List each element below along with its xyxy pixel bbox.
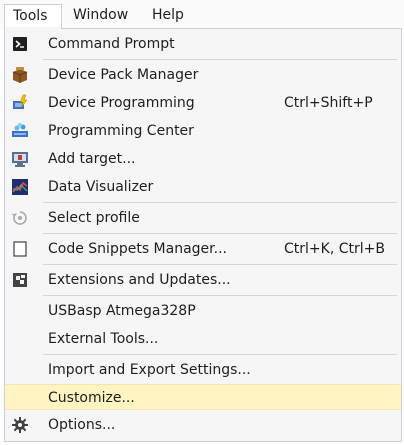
menu-item-usbasp-atmega328p[interactable]: USBasp Atmega328P bbox=[5, 298, 401, 324]
graph-icon bbox=[11, 178, 29, 196]
menu-item-label: Import and Export Settings... bbox=[48, 362, 251, 378]
menu-item-customize[interactable]: Customize... bbox=[5, 384, 401, 410]
package-icon bbox=[11, 66, 29, 84]
menu-item-label: Customize... bbox=[48, 390, 135, 406]
menu-item-select-profile[interactable]: Select profile bbox=[5, 205, 401, 231]
menu-item-label: Code Snippets Manager... bbox=[48, 241, 227, 257]
menu-item-label: Data Visualizer bbox=[48, 179, 154, 195]
menu-item-external-tools[interactable]: External Tools... bbox=[5, 326, 401, 352]
menu-item-label: Add target... bbox=[48, 151, 136, 167]
menu-item-label: Device Programming bbox=[48, 95, 195, 111]
menu-item-command-prompt[interactable]: Command Prompt bbox=[5, 31, 401, 57]
menu-item-extensions-and-updates[interactable]: Extensions and Updates... bbox=[5, 267, 401, 293]
menu-item-shortcut: Ctrl+Shift+P bbox=[284, 95, 373, 111]
chip-stack-icon bbox=[11, 122, 29, 140]
menu-item-import-export-settings[interactable]: Import and Export Settings... bbox=[5, 357, 401, 383]
gear-icon bbox=[11, 416, 29, 434]
extensions-icon bbox=[11, 271, 29, 289]
menu-item-options[interactable]: Options... bbox=[5, 412, 401, 438]
profile-icon bbox=[11, 209, 29, 227]
menu-separator bbox=[43, 264, 397, 265]
menu-item-data-visualizer[interactable]: Data Visualizer bbox=[5, 174, 401, 200]
menu-item-label: Device Pack Manager bbox=[48, 67, 199, 83]
monitor-add-icon bbox=[11, 150, 29, 168]
menu-item-device-programming[interactable]: Device Programming Ctrl+Shift+P bbox=[5, 90, 401, 116]
terminal-icon bbox=[11, 35, 29, 53]
menu-item-add-target[interactable]: Add target... bbox=[5, 146, 401, 172]
menu-item-label: External Tools... bbox=[48, 331, 159, 347]
menu-item-code-snippets-manager[interactable]: Code Snippets Manager... Ctrl+K, Ctrl+B bbox=[5, 236, 401, 262]
menu-item-label: Command Prompt bbox=[48, 36, 175, 52]
snippet-icon bbox=[11, 240, 29, 258]
menu-separator bbox=[43, 354, 397, 355]
menu-separator bbox=[43, 59, 397, 60]
menu-separator bbox=[43, 202, 397, 203]
menu-item-shortcut: Ctrl+K, Ctrl+B bbox=[284, 241, 385, 257]
menu-bar: Tools Window Help bbox=[0, 0, 404, 29]
menu-tools[interactable]: Tools bbox=[4, 4, 62, 29]
menu-separator bbox=[43, 295, 397, 296]
menu-help[interactable]: Help bbox=[144, 4, 192, 26]
menu-item-device-pack-manager[interactable]: Device Pack Manager bbox=[5, 62, 401, 88]
menu-item-programming-center[interactable]: Programming Center bbox=[5, 118, 401, 144]
menu-item-label: Programming Center bbox=[48, 123, 194, 139]
menu-item-label: Extensions and Updates... bbox=[48, 272, 231, 288]
menu-window[interactable]: Window bbox=[65, 4, 136, 26]
menu-item-label: Options... bbox=[48, 417, 116, 433]
menu-item-label: Select profile bbox=[48, 210, 140, 226]
chip-lightning-icon bbox=[11, 94, 29, 112]
menu-item-label: USBasp Atmega328P bbox=[48, 303, 196, 319]
menu-separator bbox=[43, 233, 397, 234]
